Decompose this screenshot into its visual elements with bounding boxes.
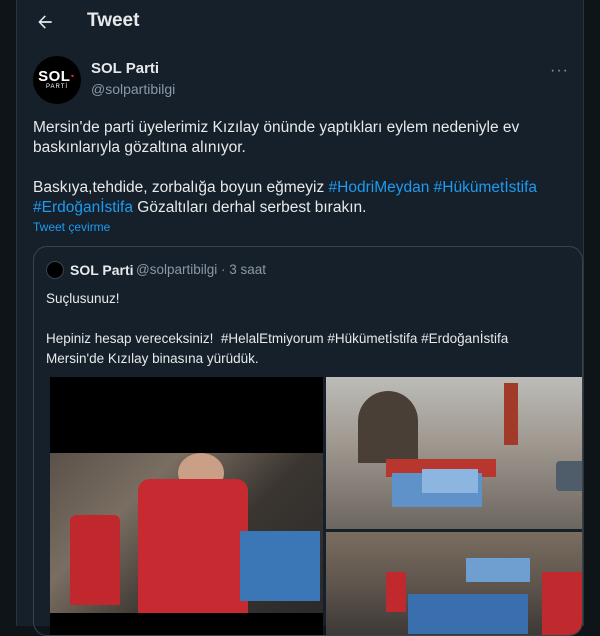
hashtag-hodrimeydan[interactable]: #HodriMeydan [329, 179, 430, 196]
avatar[interactable]: SOL· PARTİ [33, 56, 81, 104]
header: Tweet [17, 0, 583, 44]
tweet-text: Mersin'de parti üyelerimiz Kızılay önünd… [33, 118, 569, 218]
vertical-sign [504, 383, 518, 445]
author-name[interactable]: SOL Parti [91, 60, 159, 77]
translate-link[interactable]: Tweet çevirme [33, 220, 110, 234]
quoted-author-name: SOL Parti [70, 262, 134, 278]
quoted-tweet[interactable]: SOL Parti @solpartibilgi · 3 saat Suçlus… [33, 246, 583, 636]
media-photo-march[interactable] [326, 532, 582, 635]
protest-banner [422, 469, 478, 493]
tweet-text-line1: Mersin'de parti üyelerimiz Kızılay önünd… [33, 119, 524, 156]
protester-figure [138, 479, 248, 613]
page-title: Tweet [87, 10, 140, 31]
protester-figure [386, 572, 406, 612]
quoted-avatar [46, 261, 64, 279]
tweet-text-tail: Gözaltıları derhal serbest bırakın. [132, 199, 367, 216]
protest-banner [408, 594, 528, 634]
tweet-column: Tweet SOL· PARTİ SOL Parti @solpartibilg… [16, 0, 584, 636]
hashtag-erdoganistifa[interactable]: #Erdoğanİstifa [33, 199, 133, 216]
back-arrow-icon [38, 15, 52, 29]
protest-sign [240, 531, 320, 601]
video-frame [50, 453, 323, 613]
quoted-text: Suçlusunuz! Hepiniz hesap vereceksiniz! … [46, 291, 509, 366]
media-video[interactable] [50, 377, 323, 635]
media-photo-building[interactable] [326, 377, 582, 529]
quoted-meta: @solpartibilgi · 3 saat [136, 262, 267, 277]
protester-figure [542, 572, 582, 635]
protester-figure [70, 515, 120, 605]
more-icon: ··· [550, 62, 569, 79]
parked-car [556, 461, 582, 491]
tweet-text-line2: Baskıya,tehdide, zorbalığa boyun eğmeyiz [33, 179, 329, 196]
media-grid [50, 377, 582, 635]
more-button[interactable]: ··· [550, 62, 569, 80]
arched-doorway [358, 391, 418, 463]
author-handle[interactable]: @solpartibilgi [91, 81, 175, 97]
avatar-subtext: PARTİ [45, 83, 69, 90]
protest-sign [466, 558, 530, 582]
avatar-logo: SOL· [38, 67, 76, 85]
back-button[interactable] [31, 8, 59, 36]
hashtag-hukumetistifa[interactable]: #Hükümetİstifa [434, 179, 537, 196]
